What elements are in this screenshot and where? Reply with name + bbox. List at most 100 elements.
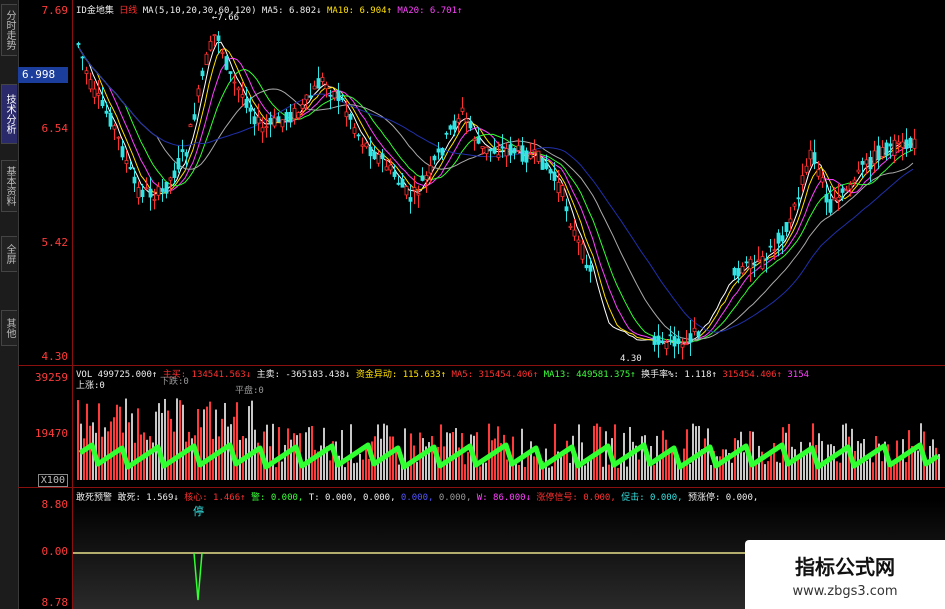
volume-bar: [665, 439, 667, 480]
candle-body: [804, 165, 809, 173]
candle-body: [556, 181, 561, 194]
candle-body: [292, 107, 297, 120]
volume-bar: [284, 444, 286, 480]
limit-up-signal-value: 涨停信号: 0.000,: [536, 493, 616, 503]
candle-body: [268, 117, 273, 124]
moving-average-line: [76, 44, 914, 344]
candle-body: [844, 189, 849, 192]
candle-body: [272, 117, 277, 127]
volume-bar: [518, 465, 520, 480]
volume-bar: [356, 462, 358, 480]
candle-body: [660, 340, 665, 343]
candle-body: [456, 118, 461, 123]
candle-body: [656, 335, 661, 345]
w-value: W: 86.000↓: [476, 493, 531, 503]
candle-body: [136, 187, 141, 199]
indicator-header: 敢死预警 敢死: 1.569↓ 核心: 1.466↑ 警: 0.000, T: …: [76, 490, 758, 503]
candle-body: [116, 136, 121, 139]
volume-bar: [482, 462, 484, 480]
period-label[interactable]: 日线: [119, 6, 137, 16]
candle-body: [500, 146, 505, 149]
candle-body: [784, 222, 789, 232]
volume-bar: [116, 404, 118, 480]
volume-bar: [200, 427, 202, 480]
candle-body: [744, 261, 749, 264]
candle-body: [428, 165, 433, 174]
volume-bar: [839, 462, 841, 480]
candle-body: [392, 171, 397, 177]
candle-body: [440, 148, 445, 156]
high-price-marker: ←7.66: [212, 13, 240, 23]
candle-body: [548, 169, 553, 174]
candle-body: [92, 88, 97, 98]
candle-body: [736, 268, 741, 277]
candle-body: [496, 154, 501, 158]
rise-count: 上涨:0: [76, 381, 105, 391]
volume-bar: [347, 461, 349, 480]
candle-body: [180, 149, 185, 153]
candle-body: [788, 218, 793, 224]
candle-body: [524, 150, 529, 163]
indicator-name: 敢死预警: [76, 493, 113, 503]
candle-body: [252, 116, 257, 125]
volume-bar: [329, 460, 331, 480]
volume-bar: [89, 425, 91, 480]
candle-body: [472, 138, 477, 141]
volume-bar: [110, 421, 112, 480]
candle-body: [696, 331, 701, 337]
volume-bar: [764, 464, 766, 480]
candle-body: [512, 148, 517, 154]
candle-body: [212, 34, 217, 37]
candle-body: [796, 197, 801, 200]
candle-body: [232, 81, 237, 84]
candle-body: [220, 51, 225, 54]
volume-bar: [935, 447, 937, 480]
volume-bar: [290, 439, 292, 480]
volume-bar: [818, 433, 820, 480]
volume-bar: [188, 431, 190, 480]
volume-bar: [275, 467, 277, 480]
volume-bar: [422, 438, 424, 480]
candle-body: [424, 175, 429, 180]
candle-body: [76, 43, 81, 45]
volume-bar: [821, 441, 823, 480]
candle-body: [752, 263, 757, 266]
candle-body: [884, 142, 889, 156]
candle-body: [240, 94, 245, 98]
candle-body: [184, 152, 189, 157]
volume-bar: [638, 459, 640, 480]
candle-body: [132, 176, 137, 184]
candle-body: [684, 343, 689, 346]
volume-bar: [392, 436, 394, 480]
volume-bar: [752, 431, 754, 480]
volume-bar: [710, 465, 712, 480]
candle-body: [236, 87, 241, 91]
volume-bar: [404, 428, 406, 480]
volume-bar: [503, 434, 505, 480]
volume-bar: [587, 461, 589, 480]
kline-chart[interactable]: [0, 0, 945, 609]
flat-count: 平盘:0: [235, 386, 264, 396]
volume-bar: [917, 450, 919, 480]
candle-body: [776, 232, 781, 244]
volume-bar: [641, 436, 643, 480]
watermark: 指标公式网 www.zbgs3.com: [745, 540, 945, 609]
moving-average-line: [76, 44, 914, 343]
volume-bar: [590, 459, 592, 480]
volume-bar: [704, 438, 706, 480]
moving-average-line: [76, 44, 914, 333]
volume-bar: [410, 433, 412, 480]
volume-bar: [734, 438, 736, 480]
candle-body: [484, 146, 489, 154]
candle-body: [304, 94, 309, 101]
candle-body: [912, 138, 917, 149]
candle-body: [368, 146, 373, 157]
candle-body: [820, 177, 825, 183]
candle-body: [216, 35, 221, 41]
candle-body: [760, 256, 765, 270]
volume-bar: [467, 452, 469, 480]
low-price-marker: 4.30: [620, 354, 642, 364]
volume-bar: [305, 432, 307, 480]
candle-body: [888, 143, 893, 147]
candle-body: [88, 79, 93, 90]
